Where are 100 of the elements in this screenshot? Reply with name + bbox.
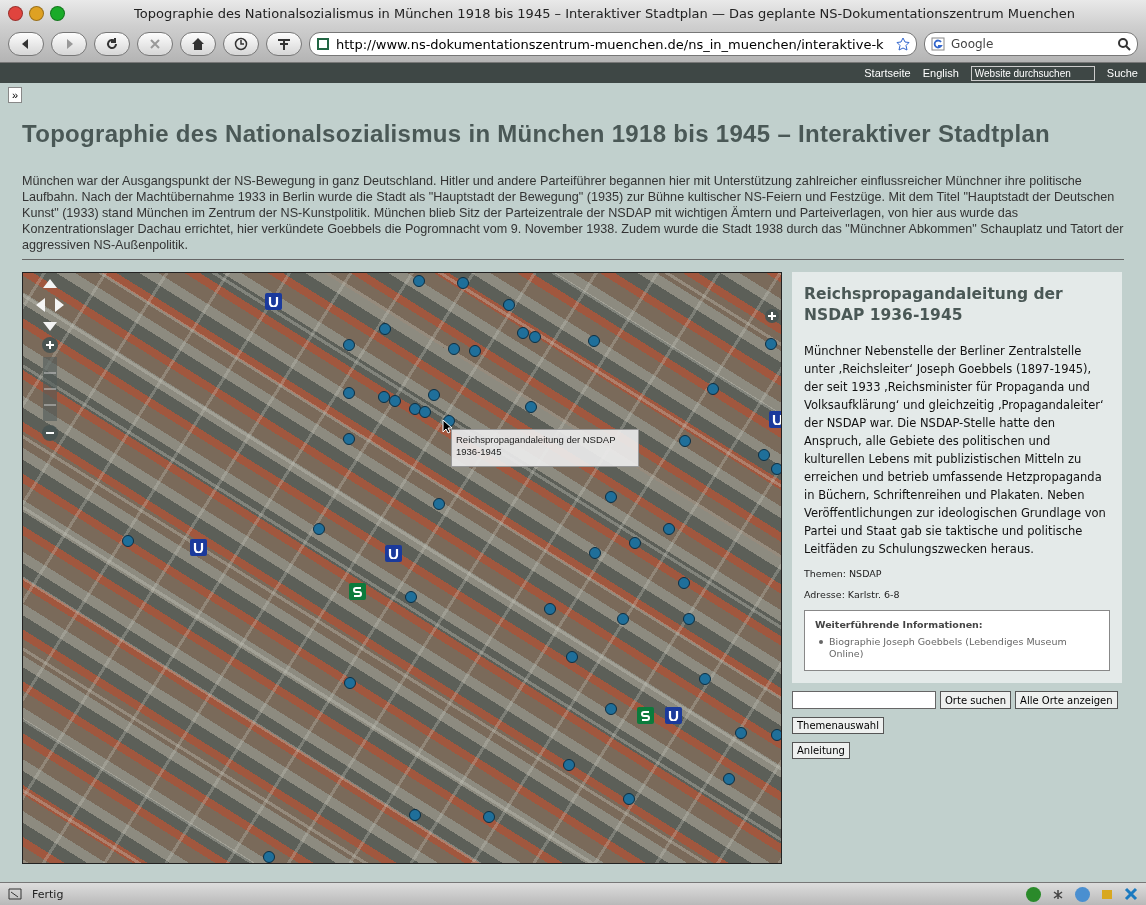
- location-marker[interactable]: [623, 793, 635, 805]
- location-marker[interactable]: [544, 603, 556, 615]
- location-marker[interactable]: [758, 449, 770, 461]
- subway-sign-icon: [665, 707, 682, 724]
- location-marker[interactable]: [517, 327, 529, 339]
- nav-link[interactable]: Startseite: [864, 67, 911, 79]
- location-marker[interactable]: [503, 299, 515, 311]
- location-marker[interactable]: [678, 577, 690, 589]
- location-marker[interactable]: [457, 277, 469, 289]
- location-marker[interactable]: [605, 491, 617, 503]
- location-marker[interactable]: [566, 651, 578, 663]
- cursor-icon: [442, 419, 452, 434]
- location-marker[interactable]: [529, 331, 541, 343]
- status-icon: [8, 887, 22, 901]
- place-meta: Themen: NSDAP: [804, 568, 883, 579]
- forward-button[interactable]: [51, 32, 87, 56]
- action-button[interactable]: Anleitung: [792, 742, 850, 759]
- clock-icon: [234, 37, 248, 51]
- intro-paragraph: München war der Ausgangspunkt der NS-Bewegung in ganz Deutschland. Hitler und andere Parteiführer begannen hier mit Unterstützung zahlreicher einflussreicher Münchner ihre politische Laufbahn. Nach der Machtübernahme 1933 in Berlin wurde die Stadt als "Hauptstadt der Bewegung" (1935) zur Bühne kultischer NS-Feiern und Festzüge. Mit dem Titel "Hauptstadt der Deutschen Kunst" (1933) stand München im Zentrum der NS-Kunstpolitik. München blieb Sitz der Parteizentrale der NSDAP mit wichtigen Ämtern und Parteiverlagen, von hier aus wurde das Konzentrationslager Dachau errichtet, hier verkündete Goebbels die Pogromnacht vom 9. November 1938. Zudem wurde die Stadt 1938 durch das "Münchner Abkommen" Schauplatz und Tatort der aggressiven NS-Außenpolitik.: [22, 173, 1124, 260]
- bullet-icon: [819, 640, 823, 644]
- location-marker[interactable]: [343, 387, 355, 399]
- zoom-slider-icon[interactable]: [42, 357, 58, 421]
- location-marker[interactable]: [771, 729, 781, 741]
- location-marker[interactable]: [723, 773, 735, 785]
- location-marker[interactable]: [448, 343, 460, 355]
- search-link[interactable]: Suche: [1106, 67, 1138, 79]
- bookmark-button[interactable]: [266, 32, 302, 56]
- nav-link[interactable]: English: [922, 67, 959, 79]
- search-engine-icon: [931, 37, 945, 51]
- location-marker[interactable]: [379, 323, 391, 335]
- more-info-heading: Weiterführende Informationen:: [815, 619, 984, 630]
- location-marker[interactable]: [707, 383, 719, 395]
- location-marker[interactable]: [483, 811, 495, 823]
- back-button[interactable]: [8, 32, 44, 56]
- location-marker[interactable]: [771, 463, 781, 475]
- location-marker[interactable]: [313, 523, 325, 535]
- home-icon: [191, 37, 205, 51]
- location-marker[interactable]: [525, 401, 537, 413]
- action-button[interactable]: Orte suchen: [940, 691, 1012, 709]
- place-search-field[interactable]: [792, 691, 936, 709]
- url-field[interactable]: http://www.ns-dokumentationszentrum-muenchen.de/ns_in_muenchen/interaktive-k: [309, 32, 917, 56]
- star-icon: [896, 37, 910, 51]
- more-info-link[interactable]: Biographie Joseph Goebbels (Lebendiges Museum Online): [829, 636, 1099, 660]
- layer-switcher-icon[interactable]: [765, 309, 779, 323]
- location-marker[interactable]: [433, 498, 445, 510]
- search-icon: [1117, 37, 1131, 51]
- location-marker[interactable]: [765, 338, 777, 350]
- location-marker[interactable]: [605, 703, 617, 715]
- zoom-button[interactable]: [50, 5, 65, 21]
- close-button[interactable]: [8, 5, 23, 21]
- page-title: Topographie des Nationalsozialismus in München 1918 bis 1945 – Interaktiver Stadtplan: [22, 119, 1050, 149]
- location-marker[interactable]: [378, 391, 390, 403]
- location-marker[interactable]: [629, 537, 641, 549]
- map-tooltip: Reichspropagandaleitung der NSDAP 1936-1945: [451, 429, 639, 467]
- location-marker[interactable]: [563, 759, 575, 771]
- location-marker[interactable]: [469, 345, 481, 357]
- site-icon: [316, 37, 330, 51]
- location-marker[interactable]: [663, 523, 675, 535]
- zoom-out-button[interactable]: [42, 425, 58, 441]
- train-sign-icon: [349, 583, 366, 600]
- subway-sign-icon: [190, 539, 207, 556]
- location-marker[interactable]: [419, 406, 431, 418]
- reload-icon: [105, 37, 119, 51]
- subway-sign-icon: [265, 293, 282, 310]
- location-marker[interactable]: [343, 339, 355, 351]
- site-search-field[interactable]: Website durchsuchen: [970, 65, 1095, 81]
- location-marker[interactable]: [344, 677, 356, 689]
- location-marker[interactable]: [413, 275, 425, 287]
- place-title: Reichspropagandaleitung der NSDAP 1936-1945: [804, 284, 1064, 326]
- sidebar-toggle[interactable]: »: [8, 87, 22, 103]
- minimize-button[interactable]: [29, 5, 44, 21]
- location-marker[interactable]: [409, 403, 421, 415]
- location-marker[interactable]: [263, 851, 275, 863]
- place-description: Münchner Nebenstelle der Berliner Zentralstelle unter ‚Reichsleiter‘ Joseph Goebbels (1897-1945), der seit 1933 ‚Reichsminister für Propaganda und Volksaufklärung‘ und gleichzeitig ‚Propagandaleiter‘ der NSDAP war. Die NSDAP-Stelle hatte den Anspruch, alle Gebiete des politischen und kulturellen Lebens mit publizistischen Mitteln zu erreichen und betrieb umfassende Hetzpropaganda in Büchern, Schriftenreihen und Plakaten. Neben Veröffentlichungen zur ideologischen Grundlage von Partei und Staat gab sie taktische und politische Leitfäden zu Schulungszwecken heraus.: [804, 343, 1107, 558]
- plus-icon: [45, 340, 55, 350]
- reload-button[interactable]: [94, 32, 130, 56]
- window-title: Topographie des Nationalsozialismus in München 1918 bis 1945 – Interaktiver Stadtplan — Das geplante NS-Dokumentationszentrum Muenchen: [133, 5, 1076, 21]
- location-marker[interactable]: [589, 547, 601, 559]
- location-marker[interactable]: [617, 613, 629, 625]
- search-field[interactable]: Google: [924, 32, 1138, 56]
- location-marker[interactable]: [428, 389, 440, 401]
- location-marker[interactable]: [735, 727, 747, 739]
- action-button[interactable]: Themenauswahl: [792, 717, 884, 734]
- location-marker[interactable]: [679, 435, 691, 447]
- location-marker[interactable]: [343, 433, 355, 445]
- location-marker[interactable]: [405, 591, 417, 603]
- place-meta: Adresse: Karlstr. 6-8: [804, 589, 901, 600]
- train-sign-icon: [637, 707, 654, 724]
- location-marker[interactable]: [409, 809, 421, 821]
- location-marker[interactable]: [389, 395, 401, 407]
- location-marker[interactable]: [588, 335, 600, 347]
- subway-sign-icon: [385, 545, 402, 562]
- zoom-in-button[interactable]: [42, 337, 58, 353]
- location-marker[interactable]: [699, 673, 711, 685]
- action-button[interactable]: Alle Orte anzeigen: [1015, 691, 1118, 709]
- location-marker[interactable]: [683, 613, 695, 625]
- location-marker[interactable]: [122, 535, 134, 547]
- home-button[interactable]: [180, 32, 216, 56]
- stop-button[interactable]: [137, 32, 173, 56]
- history-button[interactable]: [223, 32, 259, 56]
